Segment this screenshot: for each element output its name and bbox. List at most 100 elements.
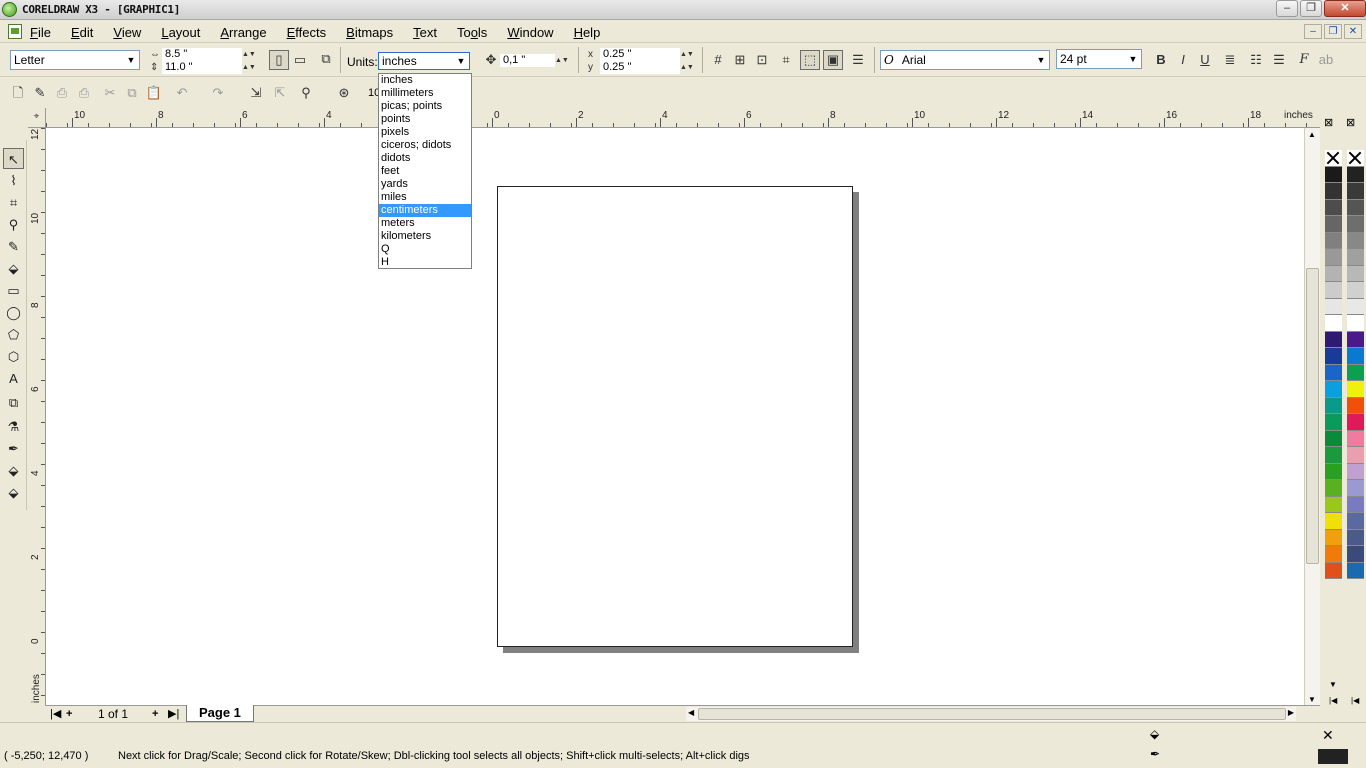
units-option[interactable]: Q: [379, 243, 471, 256]
color-swatch[interactable]: [1325, 265, 1342, 282]
units-option[interactable]: millimeters: [379, 87, 471, 100]
shape-tool-icon[interactable]: ⌇: [3, 170, 24, 191]
paper-size-select[interactable]: Letter ▼: [10, 50, 140, 70]
outline-color-swatch[interactable]: [1318, 749, 1348, 764]
color-swatch[interactable]: [1325, 331, 1342, 348]
width-spinner[interactable]: ▲▼: [242, 48, 256, 61]
landscape-button[interactable]: ▭: [290, 50, 310, 70]
chevron-down-icon[interactable]: ▼: [123, 51, 139, 69]
units-option[interactable]: picas; points: [379, 100, 471, 113]
units-option[interactable]: points: [379, 113, 471, 126]
page-width-input[interactable]: 8.5 ": [162, 48, 242, 61]
color-swatch[interactable]: [1347, 298, 1364, 315]
color-swatch[interactable]: [1347, 529, 1364, 546]
color-swatch[interactable]: [1347, 282, 1364, 299]
duplicate-y-input[interactable]: 0.25 ": [600, 61, 680, 74]
color-swatch[interactable]: [1325, 232, 1342, 249]
color-swatch[interactable]: [1347, 166, 1364, 183]
color-swatch[interactable]: [1347, 199, 1364, 216]
color-swatch[interactable]: [1347, 216, 1364, 233]
menu-edit[interactable]: Edit: [71, 25, 93, 40]
units-option[interactable]: miles: [379, 191, 471, 204]
bold-button[interactable]: B: [1151, 50, 1171, 70]
fill-bucket-icon[interactable]: ⬙: [1150, 727, 1159, 741]
dup-x-spinner[interactable]: ▲▼: [680, 48, 694, 61]
menu-effects[interactable]: Effects: [287, 25, 327, 40]
print-icon[interactable]: ⎙: [74, 83, 94, 103]
units-option[interactable]: inches: [379, 74, 471, 87]
drop-cap-icon[interactable]: ☰: [1269, 50, 1289, 70]
menu-help[interactable]: Help: [574, 25, 601, 40]
outline-tool-icon[interactable]: ✒: [3, 438, 24, 459]
interactive-blend-icon[interactable]: ⧉: [3, 392, 24, 413]
options-icon[interactable]: ☰: [848, 50, 868, 70]
bullets-icon[interactable]: ☷: [1246, 50, 1266, 70]
color-swatch[interactable]: [1325, 414, 1342, 431]
color-swatch[interactable]: [1325, 496, 1342, 513]
color-swatch[interactable]: [1325, 183, 1342, 200]
rectangle-tool-icon[interactable]: ▭: [3, 280, 24, 301]
document-icon[interactable]: [8, 24, 22, 39]
edit-text-icon[interactable]: ab: [1316, 50, 1336, 70]
color-swatch[interactable]: [1347, 348, 1364, 365]
smart-fill-icon[interactable]: ⬙: [3, 258, 24, 279]
first-page-icon[interactable]: |◀: [50, 706, 61, 722]
dup-y-spinner[interactable]: ▲▼: [680, 61, 694, 74]
menu-view[interactable]: View: [113, 25, 141, 40]
color-swatch[interactable]: [1347, 480, 1364, 497]
color-swatch[interactable]: [1347, 496, 1364, 513]
units-option[interactable]: meters: [379, 217, 471, 230]
font-size-select[interactable]: 24 pt ▼: [1056, 49, 1142, 69]
nudge-spinner[interactable]: ▲▼: [555, 54, 569, 67]
ruler-origin[interactable]: ⌖: [28, 108, 46, 128]
scroll-left-icon[interactable]: ◀: [688, 708, 694, 717]
menu-file[interactable]: File: [30, 25, 51, 40]
drawing-canvas[interactable]: [46, 128, 1304, 706]
color-swatch[interactable]: [1347, 447, 1364, 464]
duplicate-x-input[interactable]: 0.25 ": [600, 48, 680, 61]
paste-icon[interactable]: 📋: [144, 83, 164, 103]
scroll-up-icon[interactable]: ▲: [1308, 130, 1316, 139]
vertical-scroll-thumb[interactable]: [1306, 268, 1319, 564]
menu-layout[interactable]: Layout: [161, 25, 200, 40]
last-page-icon[interactable]: ▶|: [168, 706, 179, 722]
units-option[interactable]: ciceros; didots: [379, 139, 471, 152]
menu-text[interactable]: Text: [413, 25, 437, 40]
all-pages-button[interactable]: ⧉: [316, 49, 336, 69]
color-swatch[interactable]: [1325, 546, 1342, 563]
color-swatch[interactable]: [1325, 249, 1342, 266]
chevron-down-icon[interactable]: ▼: [453, 53, 469, 69]
snap-grid-icon[interactable]: #: [708, 50, 728, 70]
redo-icon[interactable]: ↷: [208, 83, 228, 103]
color-swatch[interactable]: [1347, 381, 1364, 398]
color-swatch[interactable]: [1325, 348, 1342, 365]
draw-boundary-icon[interactable]: ▣: [823, 50, 843, 70]
pick-tool-icon[interactable]: ↖: [3, 148, 24, 169]
dynamic-guides-icon[interactable]: ⌗: [776, 50, 796, 70]
color-swatch[interactable]: [1347, 463, 1364, 480]
export-icon[interactable]: ⇱: [270, 83, 290, 103]
fill-tool-icon[interactable]: ⬙: [3, 460, 24, 481]
color-swatch[interactable]: [1347, 331, 1364, 348]
menu-bitmaps[interactable]: Bitmaps: [346, 25, 393, 40]
zoom-tool-icon[interactable]: ⚲: [3, 214, 24, 235]
open-icon[interactable]: ✎: [30, 83, 50, 103]
italic-button[interactable]: I: [1173, 50, 1193, 70]
color-swatch[interactable]: [1325, 447, 1342, 464]
units-option[interactable]: centimeters: [379, 204, 471, 217]
interactive-fill-icon[interactable]: ⬙: [3, 482, 24, 503]
no-color-swatch[interactable]: [1325, 150, 1342, 167]
vertical-ruler[interactable]: 12 10 8 6 4 2 0 inches: [28, 128, 46, 706]
page-height-input[interactable]: 11.0 ": [162, 61, 242, 74]
doc-minimize-button[interactable]: –: [1304, 24, 1322, 39]
color-swatch[interactable]: [1347, 232, 1364, 249]
menu-arrange[interactable]: Arrange: [220, 25, 266, 40]
drawing-page[interactable]: [497, 186, 853, 647]
color-swatch[interactable]: [1347, 430, 1364, 447]
horizontal-scroll-thumb[interactable]: [698, 708, 1286, 720]
color-swatch[interactable]: [1325, 315, 1342, 332]
color-swatch[interactable]: [1325, 397, 1342, 414]
units-option[interactable]: didots: [379, 152, 471, 165]
units-option[interactable]: H: [379, 256, 471, 269]
color-swatch[interactable]: [1347, 397, 1364, 414]
